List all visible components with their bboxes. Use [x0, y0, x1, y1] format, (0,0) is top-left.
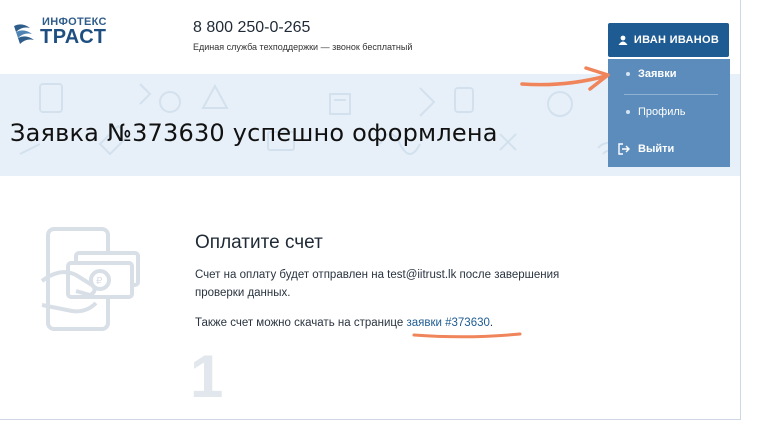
logo-mark-icon — [14, 24, 34, 44]
user-menu-button[interactable]: ИВАН ИВАНОВ — [608, 23, 729, 57]
support-caption: Единая служба техподдержки — звонок бесп… — [193, 42, 413, 52]
payment-description: Счет на оплату будет отправлен на test@i… — [195, 269, 560, 299]
payment-illustration-icon: ₽ — [40, 227, 140, 331]
menu-item-logout[interactable]: Выйти — [608, 134, 730, 164]
menu-item-profile-label: Профиль — [638, 106, 686, 118]
user-dropdown-menu: Заявки Профиль Выйти — [608, 59, 730, 167]
menu-item-profile[interactable]: Профиль — [608, 97, 730, 127]
svg-text:₽: ₽ — [96, 276, 103, 287]
bullet-icon — [626, 72, 630, 76]
order-link[interactable]: заявки #373630 — [406, 317, 489, 329]
menu-item-orders[interactable]: Заявки — [608, 59, 730, 89]
menu-item-orders-label: Заявки — [638, 68, 677, 80]
logout-icon — [618, 143, 630, 155]
menu-item-logout-label: Выйти — [638, 143, 675, 155]
menu-divider — [624, 94, 718, 95]
payment-title: Оплатите счет — [195, 232, 323, 253]
user-icon — [618, 35, 628, 45]
logo[interactable]: ИНФОТЕКС ТРАСТ — [12, 16, 112, 50]
page-title: Заявка №373630 успешно оформлена — [10, 119, 498, 147]
download-prefix: Также счет можно скачать на странице — [195, 317, 407, 329]
download-suffix: . — [489, 317, 494, 329]
bullet-icon — [626, 110, 630, 114]
download-hint: Также счет можно скачать на странице зая… — [195, 317, 493, 329]
support-phone[interactable]: 8 800 250-0-265 — [193, 19, 310, 37]
step-number: 1 — [190, 343, 224, 410]
user-name: ИВАН ИВАНОВ — [633, 34, 720, 46]
logo-main-text: ТРАСТ — [40, 26, 107, 48]
